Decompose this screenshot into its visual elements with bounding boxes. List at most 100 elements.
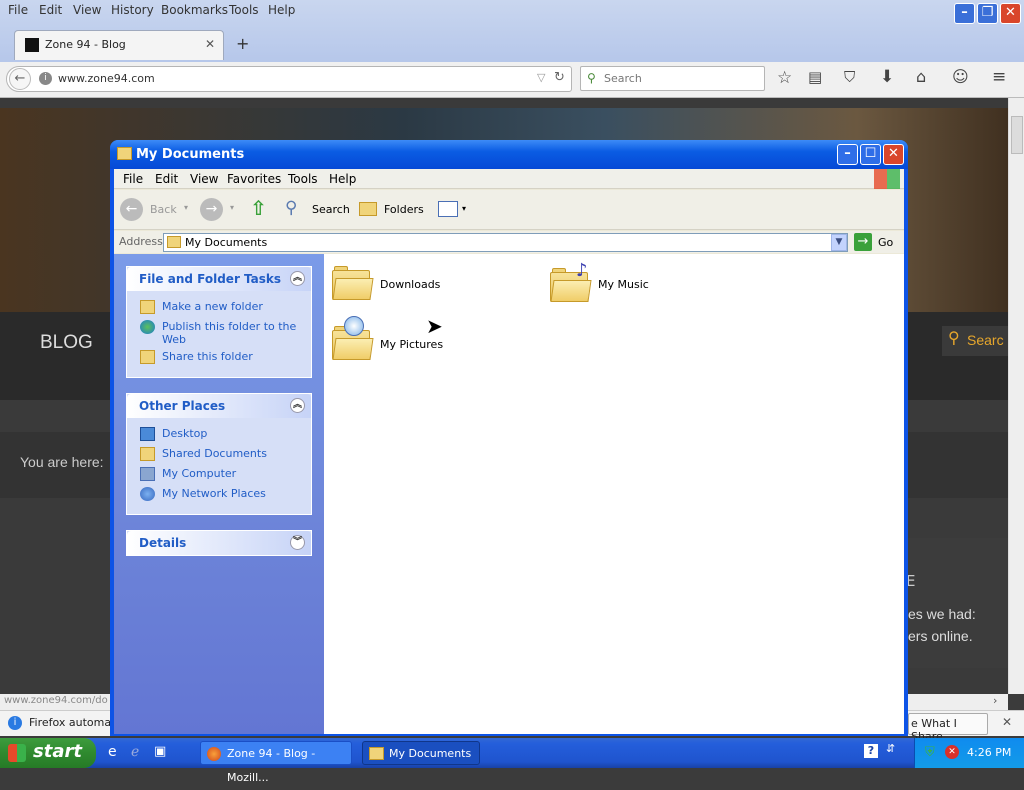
taskbar-mydocuments-button[interactable]: My Documents [362,741,480,765]
back-arrow-icon[interactable]: ← [9,68,31,90]
forward-button[interactable]: → ▾ [200,198,240,222]
address-bar: Address My Documents ▼ → Go [114,231,904,253]
search-engine-icon[interactable]: ⚲ [587,71,596,85]
exp-menu-view[interactable]: View [190,172,218,186]
scroll-thumb[interactable] [1011,116,1023,154]
ff-menu-history[interactable]: History [111,3,154,17]
details-header[interactable]: Details ︾ [127,531,311,555]
explorer-maximize-button[interactable]: ☐ [860,144,881,165]
url-text[interactable]: www.zone94.com [58,72,155,85]
status-url: www.zone94.com/do [4,695,108,706]
address-dropdown-icon[interactable]: ▼ [831,234,847,251]
taskbar-scroll-icon[interactable]: ⇵ [886,742,895,755]
dropdown-arrow-icon[interactable]: ▽ [537,71,545,84]
ff-search-input[interactable]: ⚲ Search [580,66,765,91]
folder-downloads[interactable]: Downloads [332,262,452,306]
quicklaunch-desktop-icon[interactable]: ▣ [154,744,166,759]
choose-what-i-share-button[interactable]: e What I Share [908,713,988,743]
folder-title-icon [117,147,132,160]
tab-zone94[interactable]: Zone 94 - Blog ✕ [14,30,224,60]
place-my-network-places[interactable]: My Network Places [127,484,311,504]
folders-button[interactable]: Folders [357,198,425,222]
bookmark-star-icon[interactable]: ☆ [777,68,792,88]
exp-menu-edit[interactable]: Edit [155,172,178,186]
my-documents-window: My Documents – ☐ ✕ File Edit View Favori… [110,140,908,736]
pocket-icon[interactable]: ⛉ [844,68,855,86]
nav-blog-link[interactable]: BLOG [40,332,93,354]
scroll-right-icon[interactable]: › [993,694,997,707]
network-tray-icon[interactable]: ⛨ [925,745,935,760]
go-button[interactable]: → Go [854,233,900,252]
ff-menu-help[interactable]: Help [268,3,295,17]
other-places-header[interactable]: Other Places ︽ [127,394,311,418]
ff-minimize-button[interactable]: – [954,3,975,24]
file-folder-tasks-header[interactable]: File and Folder Tasks ︽ [127,267,311,291]
views-button[interactable]: ▾ [438,198,472,222]
url-bar[interactable]: ← i www.zone94.com ▽ ↻ [6,66,572,92]
start-button[interactable]: start [0,738,96,768]
explorer-title: My Documents [136,147,245,162]
hello-icon[interactable]: ☺ [952,67,969,86]
expand-chevron-icon[interactable]: ︾ [290,535,305,550]
notification-close-icon[interactable]: ✕ [1002,715,1012,729]
place-label: Shared Documents [162,447,267,460]
home-icon[interactable]: ⌂ [916,67,926,86]
folder-my-music[interactable]: ♪ My Music [550,260,670,306]
ff-menu-edit[interactable]: Edit [39,3,62,17]
taskbar-firefox-button[interactable]: Zone 94 - Blog - Mozill... [200,741,352,784]
address-input[interactable]: My Documents ▼ [163,233,848,252]
ff-menu-view[interactable]: View [73,3,101,17]
reading-list-icon[interactable]: ▤ [808,68,822,86]
place-shared-documents[interactable]: Shared Documents [127,444,311,464]
new-tab-icon[interactable]: + [236,34,249,53]
task-make-new-folder[interactable]: Make a new folder [127,297,311,317]
clock[interactable]: 4:26 PM [967,746,1011,759]
system-tray: ⛨ ✕ 4:26 PM [914,738,1024,768]
collapse-chevron-icon[interactable]: ︽ [290,271,305,286]
quicklaunch-ie-icon[interactable]: e [108,744,117,760]
exp-menu-help[interactable]: Help [329,172,356,186]
ff-menu-file[interactable]: File [8,3,28,17]
download-icon[interactable]: ⬇ [880,67,894,87]
task-publish-folder[interactable]: Publish this folder to the Web [127,317,311,347]
back-dropdown-icon[interactable]: ▾ [184,203,188,212]
windows-flag-icon [8,744,26,762]
collapse-chevron-icon[interactable]: ︽ [290,398,305,413]
ff-maximize-button[interactable]: ❐ [977,3,998,24]
explorer-minimize-button[interactable]: – [837,144,858,165]
reload-icon[interactable]: ↻ [554,70,565,85]
file-folder-tasks-panel: File and Folder Tasks ︽ Make a new folde… [126,266,312,378]
page-vertical-scrollbar[interactable] [1008,98,1024,694]
site-search-button[interactable]: ⚲ Searc [942,326,1008,356]
task-share-folder[interactable]: Share this folder [127,347,311,367]
place-label: My Computer [162,467,237,480]
forward-dropdown-icon[interactable]: ▾ [230,203,234,212]
explorer-close-button[interactable]: ✕ [883,144,904,165]
ff-menu-bookmarks[interactable]: Bookmarks [161,3,228,17]
network-places-icon [140,487,155,501]
exp-menu-file[interactable]: File [123,172,143,186]
hamburger-menu-icon[interactable]: ≡ [992,67,1006,87]
explorer-body: File Edit View Favorites Tools Help ← Ba… [114,169,904,734]
mydocuments-folder-icon [369,747,384,760]
search-button[interactable]: ⚲ Search [283,198,351,222]
place-my-computer[interactable]: My Computer [127,464,311,484]
help-icon[interactable]: ? [864,744,878,758]
ff-close-button[interactable]: ✕ [1000,3,1021,24]
picture-badge-icon [344,316,364,336]
up-folder-icon[interactable]: ⇧ [250,196,267,220]
snippet-line1: es we had: [908,606,976,622]
explorer-titlebar[interactable]: My Documents – ☐ ✕ [110,140,908,169]
place-desktop[interactable]: Desktop [127,424,311,444]
tab-close-icon[interactable]: ✕ [205,37,215,51]
quicklaunch-browser-icon[interactable]: ℯ [131,744,139,760]
exp-menu-tools[interactable]: Tools [288,172,318,186]
address-value: My Documents [185,236,268,249]
zone94-favicon-icon [25,38,39,52]
start-label: start [33,741,82,762]
exp-menu-favorites[interactable]: Favorites [227,172,281,186]
snippet-line2: ers online. [908,628,973,644]
security-alert-icon[interactable]: ✕ [945,745,959,759]
back-button[interactable]: ← Back ▾ [120,198,194,222]
ff-menu-tools[interactable]: Tools [229,3,259,17]
